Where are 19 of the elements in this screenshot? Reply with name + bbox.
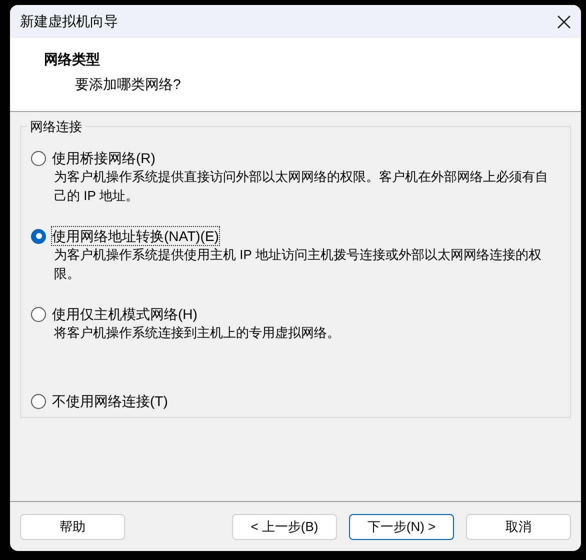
option-label[interactable]: 不使用网络连接(T) <box>52 392 168 410</box>
radio-button[interactable] <box>31 394 46 408</box>
option-label[interactable]: 使用桥接网络(R) <box>52 149 156 167</box>
dialog-button[interactable]: 下一步(N) > <box>349 514 454 540</box>
window-title: 新建虚拟机向导 <box>20 12 118 31</box>
option-description: 将客户机操作系统连接到主机上的专用虚拟网络。 <box>53 324 341 342</box>
option-label[interactable]: 使用仅主机模式网络(H) <box>52 305 198 323</box>
page-subtitle: 要添加哪类网络? <box>74 75 182 94</box>
radio-button[interactable] <box>31 306 46 322</box>
page-heading: 网络类型 <box>44 50 101 69</box>
help-button[interactable]: 帮助 <box>20 514 125 540</box>
option-description: 为客户机操作系统提供直接访问外部以太网网络的权限。客户机在外部网络上必须有自己的 IP 地址。 <box>53 168 549 205</box>
dialog-button[interactable]: < 上一步(B) <box>232 514 337 540</box>
option-description: 为客户机操作系统提供使用主机 IP 地址访问主机拨号连接或外部以太网网络连接的权限。 <box>53 246 542 283</box>
close-icon[interactable] <box>557 14 571 28</box>
radio-button[interactable] <box>31 150 46 166</box>
radio-button[interactable] <box>31 228 46 244</box>
option-label[interactable]: 使用网络地址转换(NAT)(E) <box>52 227 219 245</box>
dialog-button[interactable]: 取消 <box>466 514 571 540</box>
